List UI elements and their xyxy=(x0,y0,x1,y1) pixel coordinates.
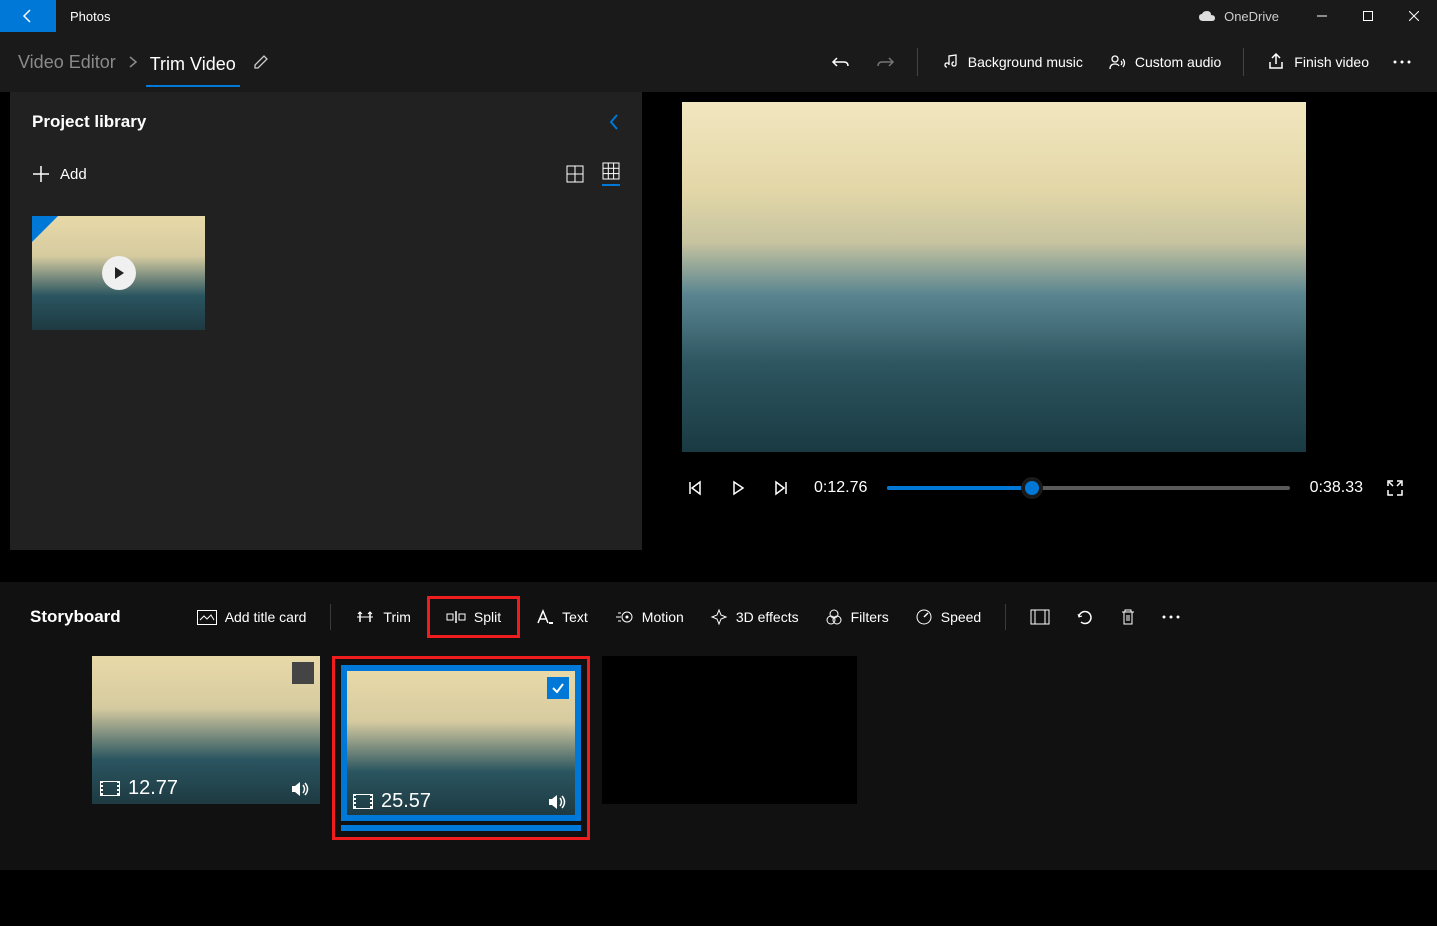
clip-duration: 12.77 xyxy=(128,777,178,800)
clip-checkbox-checked[interactable] xyxy=(547,677,569,699)
used-indicator-icon xyxy=(32,216,58,242)
trim-icon xyxy=(355,609,375,625)
music-icon xyxy=(940,52,960,72)
audio-icon xyxy=(290,780,312,798)
split-label: Split xyxy=(474,609,501,625)
motion-icon xyxy=(614,608,634,626)
text-icon xyxy=(536,609,554,625)
audio-icon xyxy=(547,793,569,811)
background-music-button[interactable]: Background music xyxy=(928,46,1095,78)
collapse-library-button[interactable] xyxy=(608,112,620,132)
storyboard-clip-1[interactable]: 12.77 xyxy=(92,656,320,804)
breadcrumb-current[interactable]: Trim Video xyxy=(146,48,240,87)
add-media-button[interactable]: Add xyxy=(32,165,87,183)
main-toolbar: Video Editor Trim Video Background music… xyxy=(0,32,1437,92)
film-icon xyxy=(353,794,373,809)
custom-audio-button[interactable]: Custom audio xyxy=(1095,46,1233,78)
seek-slider[interactable] xyxy=(887,486,1289,490)
play-button[interactable] xyxy=(726,476,750,500)
three-d-label: 3D effects xyxy=(736,609,799,625)
resize-button[interactable] xyxy=(1020,603,1060,631)
filters-icon xyxy=(825,608,843,626)
onedrive-status[interactable]: OneDrive xyxy=(1198,9,1279,24)
rotate-button[interactable] xyxy=(1066,602,1104,632)
total-time: 0:38.33 xyxy=(1310,479,1363,497)
split-highlight: Split xyxy=(427,596,520,638)
undo-button[interactable] xyxy=(819,46,863,78)
custom-audio-label: Custom audio xyxy=(1135,54,1221,70)
clip-duration: 25.57 xyxy=(381,790,431,813)
sparkle-icon xyxy=(710,608,728,626)
library-title: Project library xyxy=(32,112,608,132)
play-icon xyxy=(102,256,136,290)
motion-label: Motion xyxy=(642,609,684,625)
film-icon xyxy=(100,781,120,796)
storyboard-more-button[interactable] xyxy=(1152,609,1190,625)
rename-button[interactable] xyxy=(252,53,270,71)
motion-button[interactable]: Motion xyxy=(604,602,694,632)
storyboard-clip-2[interactable]: 25.57 xyxy=(341,665,581,821)
delete-button[interactable] xyxy=(1110,602,1146,632)
text-label: Text xyxy=(562,609,588,625)
onedrive-label: OneDrive xyxy=(1224,9,1279,24)
minimize-button[interactable] xyxy=(1299,0,1345,32)
add-label: Add xyxy=(60,166,87,183)
plus-icon xyxy=(32,165,50,183)
seek-handle[interactable] xyxy=(1021,477,1043,499)
title-card-icon xyxy=(197,610,217,625)
split-icon xyxy=(446,609,466,625)
finish-video-button[interactable]: Finish video xyxy=(1254,46,1381,78)
back-button[interactable] xyxy=(0,0,56,32)
storyboard-empty-slot[interactable] xyxy=(602,656,857,804)
more-button[interactable] xyxy=(1381,54,1423,70)
finish-video-label: Finish video xyxy=(1294,54,1369,70)
export-icon xyxy=(1266,52,1286,72)
speed-button[interactable]: Speed xyxy=(905,602,991,632)
chevron-right-icon xyxy=(128,55,138,69)
trim-label: Trim xyxy=(383,609,410,625)
storyboard-panel: Storyboard Add title card Trim Split Tex… xyxy=(0,582,1437,870)
breadcrumb-root[interactable]: Video Editor xyxy=(14,46,120,79)
person-audio-icon xyxy=(1107,52,1127,72)
redo-button[interactable] xyxy=(863,46,907,78)
app-title: Photos xyxy=(70,9,110,24)
video-preview[interactable] xyxy=(682,102,1306,452)
view-small-button[interactable] xyxy=(602,162,620,186)
storyboard-title: Storyboard xyxy=(30,607,121,627)
filters-button[interactable]: Filters xyxy=(815,602,899,632)
clip-highlight: 25.57 xyxy=(332,656,590,840)
add-title-card-button[interactable]: Add title card xyxy=(187,603,317,631)
add-title-card-label: Add title card xyxy=(225,609,307,625)
three-d-effects-button[interactable]: 3D effects xyxy=(700,602,809,632)
background-music-label: Background music xyxy=(968,54,1083,70)
trim-button[interactable]: Trim xyxy=(345,603,420,631)
prev-frame-button[interactable] xyxy=(682,476,706,500)
project-library-panel: Project library Add xyxy=(10,92,642,550)
view-large-button[interactable] xyxy=(566,165,584,183)
next-frame-button[interactable] xyxy=(770,476,794,500)
speed-icon xyxy=(915,608,933,626)
title-bar: Photos OneDrive xyxy=(0,0,1437,32)
cloud-icon xyxy=(1198,10,1216,22)
clip-checkbox[interactable] xyxy=(292,662,314,684)
current-time: 0:12.76 xyxy=(814,479,867,497)
preview-panel: 0:12.76 0:38.33 xyxy=(642,92,1437,582)
text-button[interactable]: Text xyxy=(526,603,598,631)
speed-label: Speed xyxy=(941,609,981,625)
fullscreen-button[interactable] xyxy=(1383,476,1407,500)
split-button[interactable]: Split xyxy=(436,603,511,631)
close-button[interactable] xyxy=(1391,0,1437,32)
maximize-button[interactable] xyxy=(1345,0,1391,32)
library-clip[interactable] xyxy=(32,216,205,330)
filters-label: Filters xyxy=(851,609,889,625)
